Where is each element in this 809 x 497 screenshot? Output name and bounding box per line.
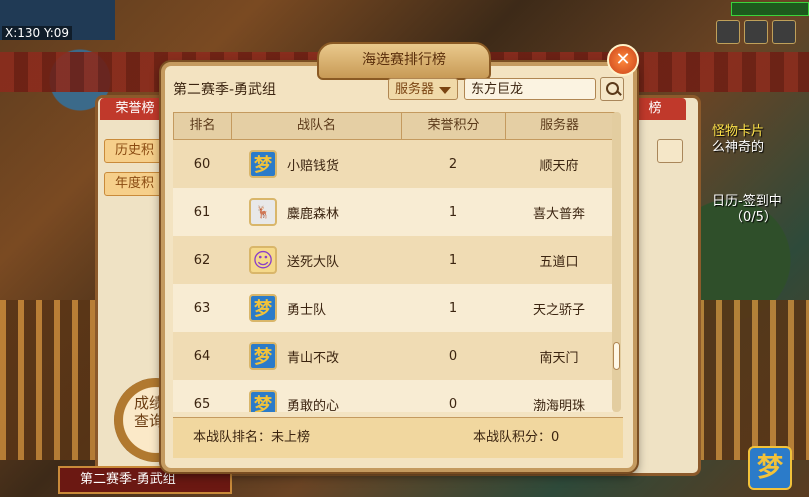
rank-cell: 61 (193, 204, 211, 220)
team-cell: ☺ 送死大队 (231, 246, 401, 274)
table-row[interactable]: 63 梦 勇士队 1 天之骄子 (173, 284, 613, 332)
server-cell: 天之骄子 (532, 302, 585, 318)
score-cell: 0 (448, 348, 458, 364)
search-button[interactable] (600, 77, 624, 101)
settings-icon[interactable] (716, 20, 740, 44)
top-right-icons (716, 20, 796, 44)
scrollbar-thumb[interactable] (613, 342, 620, 370)
close-icon[interactable]: ✕ (607, 44, 639, 76)
score-cell: 2 (448, 156, 458, 172)
col-score: 荣誉积分 (402, 113, 506, 139)
team-name: 青山不改 (287, 350, 340, 366)
team-name: 麋鹿森林 (287, 206, 340, 222)
server-cell: 顺天府 (539, 158, 579, 174)
table-row[interactable]: 60 梦 小赔钱货 2 顺天府 (173, 140, 613, 188)
col-server: 服务器 (506, 113, 614, 139)
ranking-dialog: 海选赛排行榜 ✕ 第二赛季-勇武组 服务器 东方巨龙 排名 战队名 荣誉积分 服… (161, 42, 639, 472)
own-team-rank: 本战队排名：未上榜 (193, 430, 311, 445)
col-team: 战队名 (232, 113, 402, 139)
rank-cell: 63 (193, 300, 211, 316)
table-header: 排名 战队名 荣誉积分 服务器 (173, 112, 615, 140)
dialog-title: 海选赛排行榜 (317, 42, 491, 80)
team-cell: 梦 勇敢的心 (231, 390, 401, 412)
table-row[interactable]: 62 ☺ 送死大队 1 五道口 (173, 236, 613, 284)
score-cell: 1 (448, 300, 458, 316)
server-cell: 喜大普奔 (532, 206, 585, 222)
dream-logo-icon[interactable]: 梦 (748, 446, 792, 490)
team-name: 勇士队 (287, 302, 327, 318)
table-row[interactable]: 65 梦 勇敢的心 0 渤海明珠 (173, 380, 613, 412)
team-name: 小赔钱货 (287, 158, 340, 174)
table-row[interactable]: 64 梦 青山不改 0 南天门 (173, 332, 613, 380)
ranking-table: 排名 战队名 荣誉积分 服务器 60 梦 小赔钱货 2 顺天府 61 🦌 麋鹿森… (173, 112, 623, 412)
score-cell: 0 (448, 396, 458, 412)
dream-icon: 梦 (249, 294, 277, 322)
team-name: 送死大队 (287, 254, 340, 270)
team-cell: 🦌 麋鹿森林 (231, 198, 401, 226)
flower-icon[interactable] (744, 20, 768, 44)
score-cell: 1 (448, 252, 458, 268)
own-team-score: 本战队积分：0 (473, 430, 560, 445)
score-cell: 1 (448, 204, 458, 220)
team-cell: 梦 小赔钱货 (231, 150, 401, 178)
server-dropdown[interactable]: 服务器 (388, 78, 458, 100)
dream-icon: 梦 (249, 150, 277, 178)
season-label: 第二赛季-勇武组 (173, 82, 277, 98)
health-bar (731, 2, 809, 16)
side-text-2: 么神奇的 (712, 140, 765, 155)
server-cell: 五道口 (539, 254, 579, 270)
server-search-input[interactable]: 东方巨龙 (464, 78, 596, 100)
dialog-footer: 本战队排名：未上榜 本战队积分：0 (173, 417, 623, 458)
dream-icon: 梦 (249, 342, 277, 370)
face-icon: ☺ (249, 246, 277, 274)
rank-cell: 65 (193, 396, 211, 412)
character-icon[interactable] (772, 20, 796, 44)
dream-icon: 梦 (249, 390, 277, 412)
col-rank: 排名 (174, 113, 232, 139)
rank-cell: 62 (193, 252, 211, 268)
table-rows: 60 梦 小赔钱货 2 顺天府 61 🦌 麋鹿森林 1 喜大普奔 62 ☺ 送死… (173, 140, 613, 412)
table-row[interactable]: 61 🦌 麋鹿森林 1 喜大普奔 (173, 188, 613, 236)
server-dropdown-label: 服务器 (395, 82, 435, 97)
chevron-down-icon (439, 87, 451, 94)
rank-cell: 64 (193, 348, 211, 364)
team-cell: 梦 青山不改 (231, 342, 401, 370)
rank-cell: 60 (193, 156, 211, 172)
server-cell: 渤海明珠 (532, 398, 585, 413)
table-scrollbar[interactable] (612, 112, 621, 412)
deer-icon: 🦌 (249, 198, 277, 226)
team-cell: 梦 勇士队 (231, 294, 401, 322)
team-name: 勇敢的心 (287, 398, 340, 413)
server-cell: 南天门 (539, 350, 579, 366)
coordinate-readout: X:130 Y:09 (2, 26, 73, 40)
side-text-4: （0/5） (730, 210, 777, 225)
background-railing-left (0, 300, 110, 460)
background-tab-honor[interactable]: 荣誉榜 (100, 98, 170, 120)
background-search-button[interactable] (657, 139, 683, 163)
